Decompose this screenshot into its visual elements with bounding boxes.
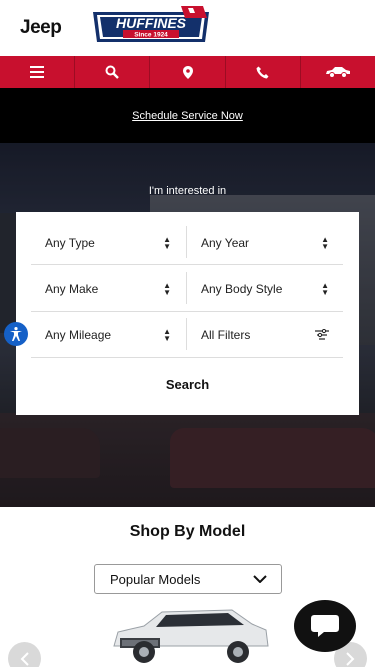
menu-icon	[30, 66, 45, 78]
location-pin-icon	[182, 65, 193, 79]
all-filters-button[interactable]: All Filters	[187, 312, 343, 358]
svg-text:Since 1924: Since 1924	[134, 32, 168, 39]
year-select[interactable]: Any Year ▲ ▼	[187, 220, 343, 266]
search-submit-button[interactable]: Search	[16, 364, 359, 404]
make-select[interactable]: Any Make ▲ ▼	[31, 266, 185, 312]
vehicle-search-card: Any Type ▲ ▼ Any Year ▲ ▼ Any Make ▲ ▼ Any …	[16, 212, 359, 415]
inventory-button[interactable]	[301, 56, 375, 88]
phone-icon	[256, 66, 269, 78]
search-icon	[105, 65, 120, 79]
chevron-right-icon	[346, 651, 355, 666]
filter-sliders-icon	[315, 329, 329, 340]
schedule-service-link[interactable]: Schedule Service Now	[132, 110, 243, 122]
chevron-left-icon	[20, 651, 29, 666]
model-category-value: Popular Models	[110, 571, 201, 587]
body-style-select[interactable]: Any Body Style ▲ ▼	[187, 266, 343, 312]
shop-by-model-title: Shop By Model	[129, 523, 246, 540]
all-filters-label: All Filters	[201, 328, 251, 342]
type-select-value: Any Type	[45, 236, 95, 250]
mileage-select[interactable]: Any Mileage ▲ ▼	[31, 312, 185, 358]
type-select[interactable]: Any Type ▲ ▼	[31, 220, 185, 266]
menu-button[interactable]	[0, 56, 76, 88]
jeep-logo[interactable]: Jeep	[20, 17, 62, 39]
svg-text:HUFFINES: HUFFINES	[116, 15, 187, 31]
accessibility-icon	[10, 327, 22, 341]
chat-button[interactable]	[294, 600, 356, 652]
year-select-value: Any Year	[201, 236, 250, 250]
sort-arrows-icon: ▲ ▼	[163, 281, 171, 297]
divider	[31, 264, 343, 265]
car-icon	[325, 67, 350, 78]
location-button[interactable]	[150, 56, 226, 88]
divider	[31, 357, 343, 358]
mileage-select-value: Any Mileage	[45, 328, 112, 342]
sort-arrows-icon: ▲ ▼	[163, 327, 171, 343]
carousel-prev-button[interactable]	[8, 642, 41, 667]
sort-arrows-icon: ▲ ▼	[321, 235, 329, 251]
vehicle-image[interactable]	[104, 606, 274, 667]
divider	[186, 226, 187, 258]
sort-arrows-icon: ▲ ▼	[321, 281, 329, 297]
nav-bar	[0, 56, 375, 88]
sort-arrows-icon: ▲ ▼	[163, 235, 171, 251]
interest-label: I'm interested in	[148, 185, 227, 197]
divider	[186, 318, 187, 350]
accessibility-button[interactable]	[4, 322, 28, 346]
promo-banner: Schedule Service Now	[0, 88, 375, 143]
body-style-select-value: Any Body Style	[201, 282, 283, 296]
site-header: Jeep HUFFINES Since 1924	[0, 0, 375, 56]
search-button[interactable]	[75, 56, 151, 88]
make-select-value: Any Make	[45, 282, 99, 296]
page: Jeep HUFFINES Since 1924 Schedule Servic…	[0, 0, 375, 667]
divider	[186, 272, 187, 304]
hero-section: I'm interested in Any Type ▲ ▼ Any Year ▲…	[0, 143, 375, 507]
dealer-logo[interactable]: HUFFINES Since 1924	[89, 4, 213, 50]
phone-button[interactable]	[226, 56, 301, 88]
chevron-down-icon	[253, 575, 267, 583]
chat-bubble-icon	[311, 615, 339, 637]
model-category-select[interactable]: Popular Models	[94, 564, 282, 594]
